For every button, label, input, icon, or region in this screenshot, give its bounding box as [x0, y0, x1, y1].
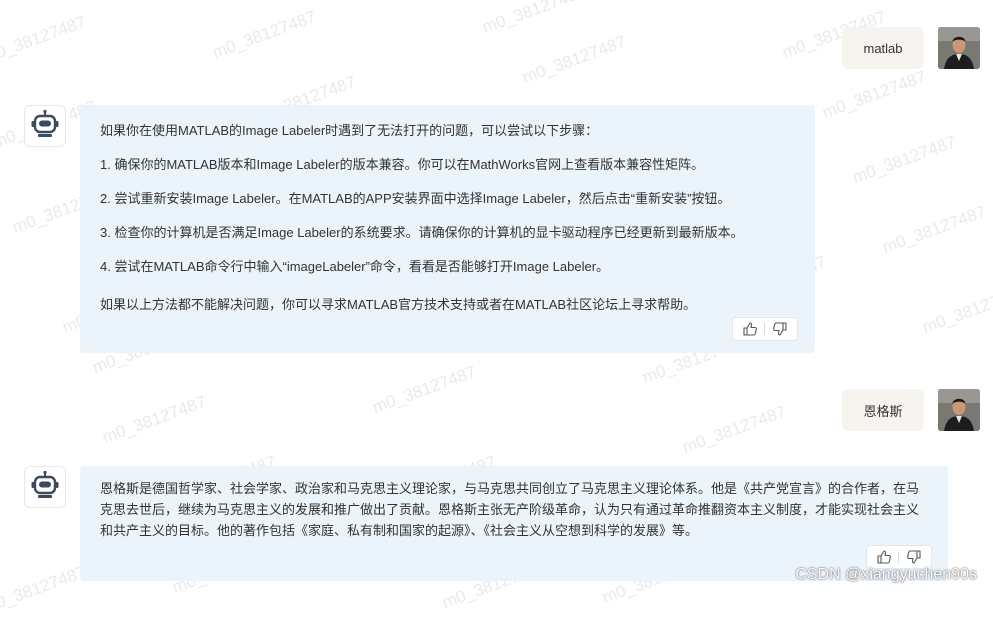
feedback-divider [764, 323, 766, 335]
robot-icon [30, 109, 60, 144]
message-paragraph: 1. 确保你的MATLAB版本和Image Labeler的版本兼容。你可以在M… [100, 157, 705, 172]
message-paragraph: 如果以上方法都不能解决问题，你可以寻求MATLAB官方技术支持或者在MATLAB… [100, 297, 697, 312]
watermark-text: m0_38127487 [679, 402, 789, 458]
user-avatar-photo [938, 27, 980, 69]
message-paragraph: 2. 尝试重新安装Image Labeler。在MATLAB的APP安装界面中选… [100, 191, 731, 206]
watermark-text: m0_38127487 [849, 132, 959, 188]
watermark-text: m0_38127487 [369, 362, 479, 418]
thumbs-up-icon[interactable] [876, 549, 892, 565]
assistant-message: 如果你在使用MATLAB的Image Labeler时遇到了无法打开的问题，可以… [80, 105, 815, 353]
user-avatar [938, 389, 980, 431]
user-avatar [938, 27, 980, 69]
watermark-text: m0_38127487 [99, 392, 209, 448]
message-paragraph: 3. 检查你的计算机是否满足Image Labeler的系统要求。请确保你的计算… [100, 225, 744, 240]
watermark-text: m0_38127487 [0, 562, 89, 618]
thumbs-down-icon[interactable] [772, 321, 788, 337]
source-credit: CSDN @xiangyuchen90s [795, 566, 977, 583]
thumbs-down-icon[interactable] [906, 549, 922, 565]
message-paragraph: 4. 尝试在MATLAB命令行中输入“imageLabeler”命令，看看是否能… [100, 259, 610, 274]
watermark-text: m0_38127487 [919, 282, 993, 338]
watermark-text: m0_38127487 [209, 7, 319, 63]
user-message: 恩格斯 [842, 389, 924, 431]
assistant-avatar [24, 466, 66, 508]
thumbs-up-icon[interactable] [742, 321, 758, 337]
feedback-bar [732, 317, 798, 341]
watermark-text: m0_38127487 [519, 32, 629, 88]
user-message: matlab [842, 27, 924, 69]
watermark-text: m0_38127487 [0, 12, 89, 68]
user-message-text: 恩格斯 [863, 403, 903, 419]
watermark-text: m0_38127487 [879, 202, 989, 258]
watermark-text: m0_38127487 [479, 0, 589, 38]
robot-icon [30, 470, 60, 505]
watermark-text: m0_38127487 [819, 67, 929, 123]
feedback-divider [898, 551, 900, 563]
assistant-message: 恩格斯是德国哲学家、社会学家、政治家和马克思主义理论家，与马克思共同创立了马克思… [80, 466, 948, 581]
message-paragraph: 恩格斯是德国哲学家、社会学家、政治家和马克思主义理论家，与马克思共同创立了马克思… [100, 481, 920, 538]
assistant-avatar [24, 105, 66, 147]
user-message-text: matlab [863, 40, 903, 56]
message-paragraph: 如果你在使用MATLAB的Image Labeler时遇到了无法打开的问题，可以… [100, 123, 599, 138]
user-avatar-photo [938, 389, 980, 431]
